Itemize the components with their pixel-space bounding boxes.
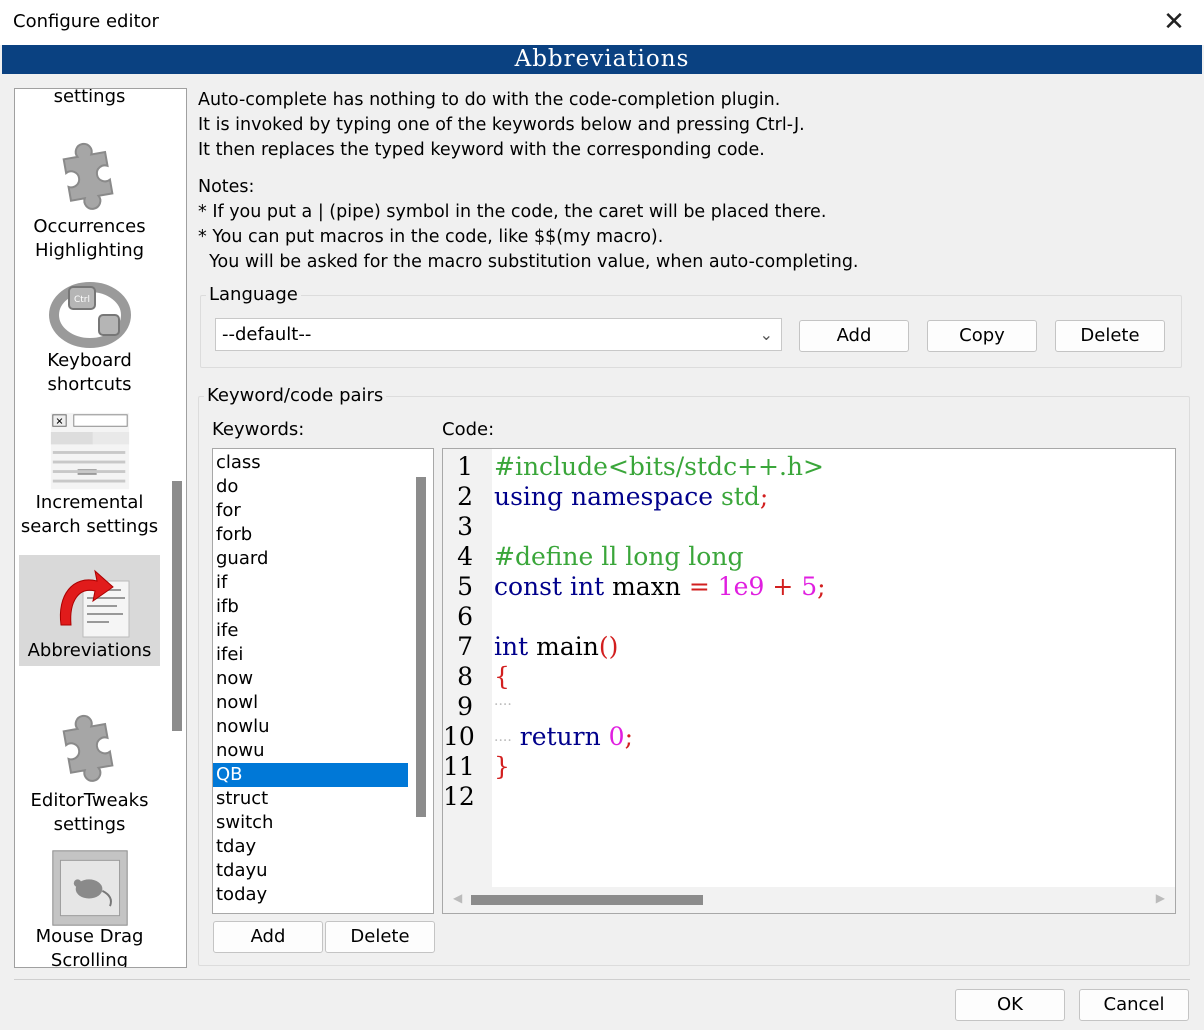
code-line-11: } (494, 752, 510, 781)
keyword-add-button[interactable]: Add (213, 921, 323, 953)
keyword-item[interactable]: nowu (213, 739, 408, 763)
title-bar: Configure editor ✕ (0, 0, 1204, 45)
keyword-code-group-label: Keyword/code pairs (204, 385, 387, 406)
puzzle-icon (62, 714, 114, 782)
line-number: 1 (457, 452, 473, 481)
keyword-item[interactable]: struct (213, 787, 408, 811)
keyword-item[interactable]: for (213, 499, 408, 523)
keyword-item[interactable]: nowlu (213, 715, 408, 739)
sidebar-item-label: Abbreviations (27, 640, 152, 661)
description-line: It is invoked by typing one of the keywo… (198, 115, 805, 135)
line-number: 6 (457, 602, 473, 631)
ok-button[interactable]: OK (955, 989, 1065, 1021)
keyword-item[interactable]: do (213, 475, 408, 499)
note-line: You will be asked for the macro substitu… (198, 252, 859, 272)
svg-text:Ctrl: Ctrl (73, 295, 89, 305)
keyword-item[interactable]: nowl (213, 691, 408, 715)
puzzle-icon (62, 142, 114, 210)
code-line-7: int main() (494, 632, 619, 661)
sidebar-item-label: Occurrences Highlighting (33, 216, 146, 261)
keyword-item[interactable]: tday (213, 835, 408, 859)
sidebar-item-editortweaks[interactable]: EditorTweaks settings (19, 705, 160, 837)
line-number: 3 (457, 512, 473, 541)
sidebar-item-abbreviations[interactable]: Abbreviations (19, 555, 160, 666)
sidebar-item-keyboard-shortcuts[interactable]: Ctrl Keyboard shortcuts (19, 269, 160, 397)
language-copy-button[interactable]: Copy (927, 320, 1037, 352)
code-label: Code: (442, 419, 495, 440)
keyword-item[interactable]: QB (213, 763, 408, 787)
sidebar-scrollbar[interactable] (168, 89, 186, 967)
keyword-item[interactable]: forb (213, 523, 408, 547)
sidebar-item-occurrences-highlighting[interactable]: Occurrences Highlighting (19, 133, 160, 263)
keyword-delete-button[interactable]: Delete (325, 921, 435, 953)
language-select-value: --default-- (222, 324, 312, 345)
code-line-5: const int maxn = 1e9 + 5; (494, 572, 826, 601)
sidebar-item-incremental-search[interactable]: ✕ Incremental search settings (19, 411, 160, 539)
cancel-button[interactable]: Cancel (1079, 989, 1189, 1021)
language-delete-button[interactable]: Delete (1055, 320, 1165, 352)
line-number: 8 (457, 662, 473, 691)
keywords-scroll-thumb[interactable] (416, 477, 426, 817)
code-line-2: using namespace std; (494, 482, 769, 511)
keyword-item[interactable]: guard (213, 547, 408, 571)
close-icon[interactable]: ✕ (1154, 4, 1194, 40)
code-line-8: { (494, 662, 510, 691)
sidebar-item-label: settings (53, 88, 126, 107)
code-line-1: #include<bits/stdc++.h> (494, 452, 824, 481)
keyboard-ring-icon: Ctrl (48, 282, 131, 348)
code-line-9: ···· (494, 697, 512, 713)
line-number: 7 (457, 632, 473, 661)
svg-text:✕: ✕ (55, 416, 63, 427)
line-number: 4 (457, 542, 473, 571)
language-add-button[interactable]: Add (799, 320, 909, 352)
note-line: * If you put a | (pipe) symbol in the co… (198, 202, 827, 222)
sidebar-item-settings[interactable]: settings (19, 88, 160, 109)
chevron-down-icon: ⌄ (759, 325, 773, 344)
abbreviations-icon (59, 569, 129, 638)
sidebar-scroll-thumb[interactable] (172, 481, 182, 731)
sidebar-item-label: EditorTweaks settings (30, 790, 149, 835)
notes-title: Notes: (198, 177, 255, 197)
footer-divider (14, 979, 1190, 980)
language-group-label: Language (206, 284, 301, 305)
line-number: 9 (457, 692, 473, 721)
code-line-4: #define ll long long (494, 542, 744, 571)
line-number: 12 (443, 782, 475, 811)
code-editor[interactable]: 1 2 3 4 5 6 7 8 9 10 11 12 #include<bits… (442, 448, 1176, 914)
settings-sidebar[interactable]: settings Occurrences Highlighting Ctrl K… (14, 88, 187, 968)
keywords-label: Keywords: (212, 419, 305, 440)
line-number: 5 (457, 572, 473, 601)
keyword-item[interactable]: ife (213, 619, 408, 643)
keyword-item[interactable]: switch (213, 811, 408, 835)
keyword-item[interactable]: ifb (213, 595, 408, 619)
section-banner: Abbreviations (2, 45, 1202, 74)
keywords-list[interactable]: class do for forb guard if ifb ife ifei now nowl no… (212, 448, 434, 914)
scroll-left-icon[interactable]: ◀ (453, 891, 462, 905)
keyword-item[interactable]: tdayu (213, 859, 408, 883)
line-number: 11 (443, 752, 475, 781)
code-scroll-thumb[interactable] (471, 895, 703, 905)
line-number: 10 (443, 722, 475, 751)
mouse-scroll-icon (51, 850, 128, 926)
keyword-item[interactable]: now (213, 667, 408, 691)
keyword-item[interactable]: if (213, 571, 408, 595)
code-line-10: ···· return 0; (494, 722, 634, 751)
language-select[interactable]: --default-- ⌄ (215, 318, 782, 351)
window-title: Configure editor (13, 11, 159, 32)
incremental-search-icon: ✕ (50, 412, 129, 490)
keyword-item[interactable]: today (213, 883, 408, 907)
keyword-item[interactable]: ifei (213, 643, 408, 667)
sidebar-item-label: Mouse Drag Scrolling (35, 926, 144, 968)
description-line: Auto-complete has nothing to do with the… (198, 90, 781, 110)
scroll-right-icon[interactable]: ▶ (1156, 891, 1165, 905)
sidebar-item-label: Keyboard shortcuts (47, 350, 132, 395)
line-number-gutter: 1 2 3 4 5 6 7 8 9 10 11 12 (443, 449, 492, 887)
sidebar-item-label: Incremental search settings (20, 492, 159, 537)
sidebar-item-mouse-drag-scrolling[interactable]: Mouse Drag Scrolling (19, 847, 160, 968)
description-line: It then replaces the typed keyword with … (198, 140, 765, 160)
note-line: * You can put macros in the code, like $… (198, 227, 664, 247)
line-number: 2 (457, 482, 473, 511)
keyword-item[interactable]: class (213, 451, 408, 475)
code-horizontal-scrollbar[interactable]: ◀ ▶ (443, 887, 1175, 913)
